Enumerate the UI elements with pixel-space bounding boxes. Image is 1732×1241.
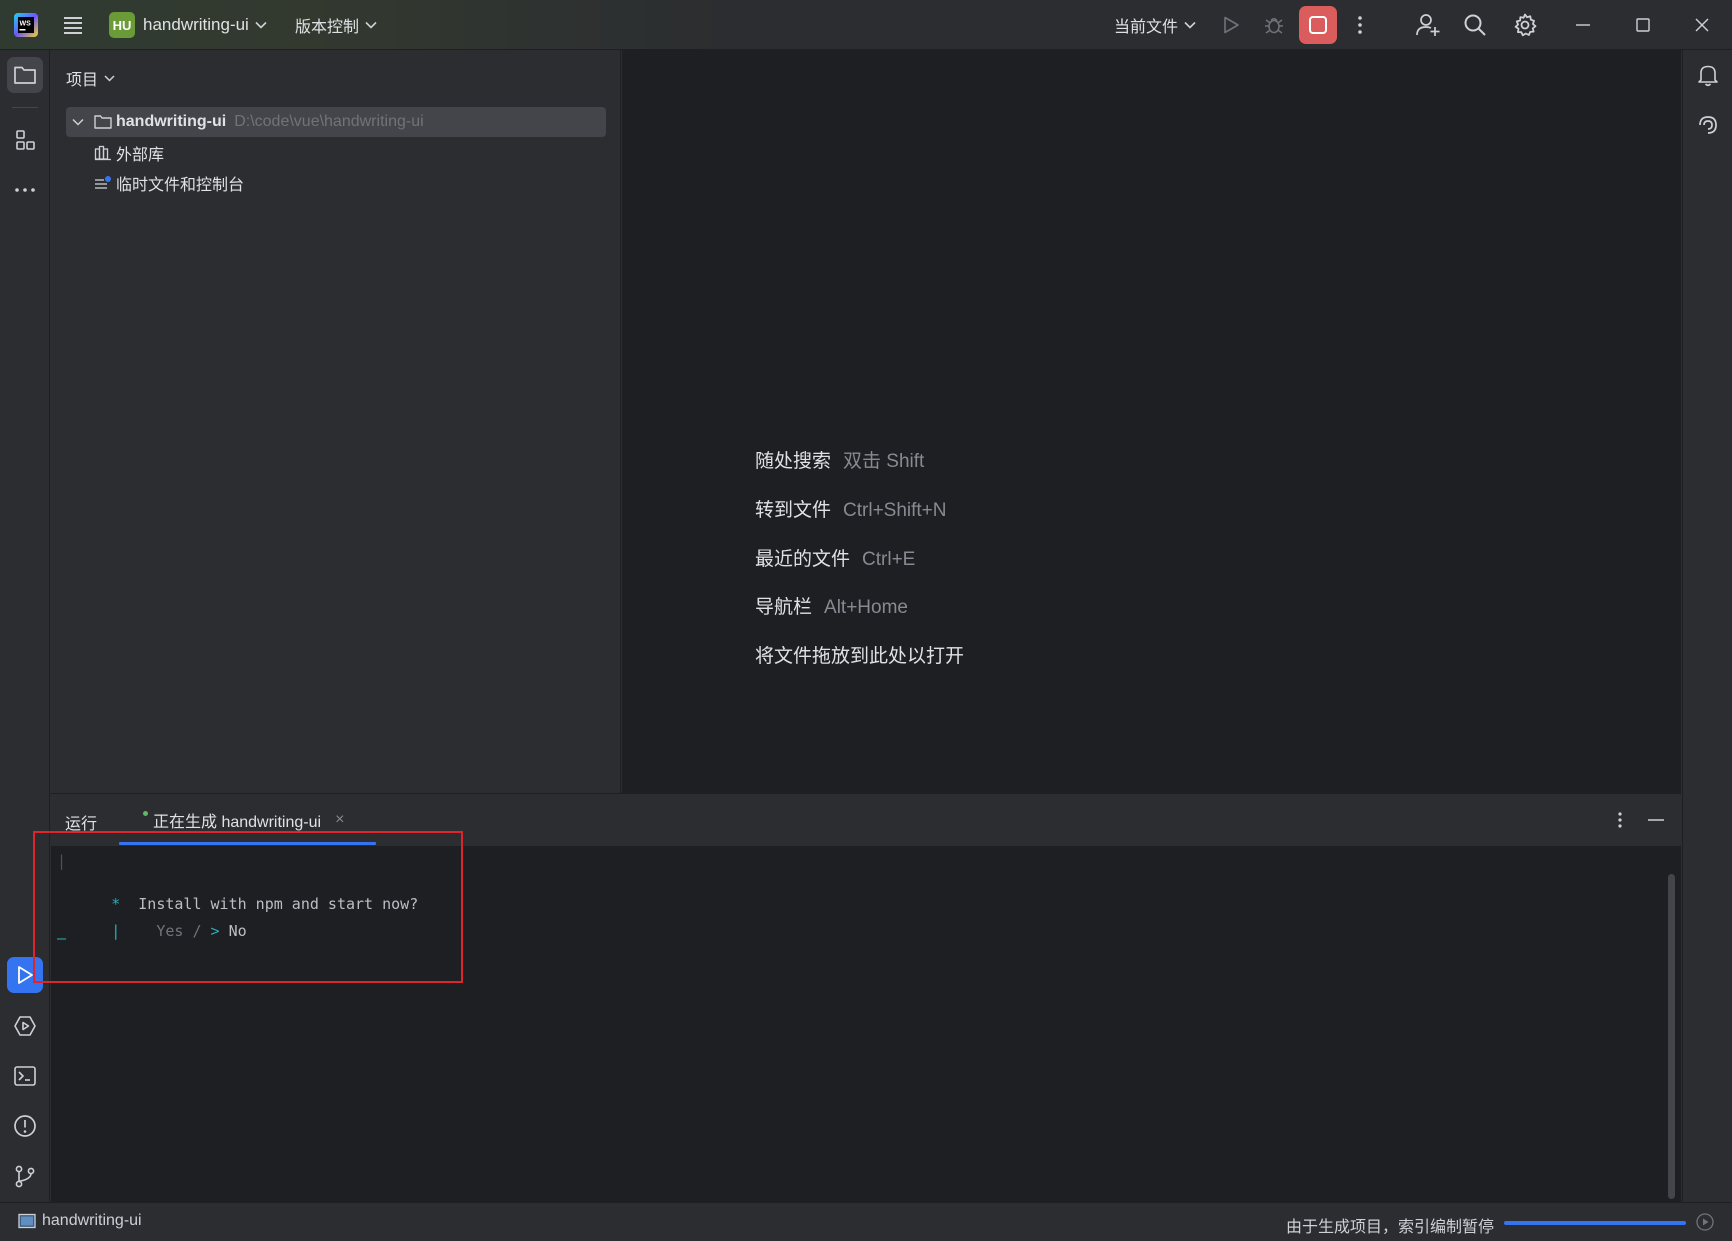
status-message: 由于生成项目，索引编制暂停 (1286, 1219, 1495, 1236)
title-bar: WS HU handwriting-ui 版本控制 当前文件 (0, 0, 1732, 50)
close-tab-icon[interactable]: × (335, 811, 344, 829)
tree-root-name: handwriting-ui (116, 113, 227, 130)
structure-tool-button[interactable] (7, 122, 43, 158)
chevron-down-icon (365, 21, 377, 29)
status-project[interactable]: handwriting-ui (18, 1212, 142, 1230)
strip-divider (12, 107, 38, 108)
project-selector[interactable]: HU handwriting-ui (109, 0, 267, 50)
library-icon (94, 145, 112, 161)
services-tool-button[interactable] (7, 1008, 43, 1044)
debug-icon[interactable] (1263, 14, 1285, 36)
search-icon[interactable] (1463, 13, 1487, 37)
maximize-icon[interactable] (1636, 18, 1650, 32)
more-tools-button[interactable] (7, 172, 43, 208)
hint-search-everywhere: 随处搜索 双击 Shift (755, 451, 925, 472)
scratches-icon (94, 175, 112, 191)
run-config-label: 当前文件 (1114, 19, 1179, 36)
notifications-button[interactable] (1690, 57, 1726, 93)
run-config-selector[interactable]: 当前文件 (1114, 0, 1196, 50)
minimize-panel-icon[interactable] (1648, 819, 1664, 821)
running-dot-icon (143, 810, 148, 816)
tree-root-path: D:\code\vue\handwriting-ui (234, 113, 424, 130)
more-vertical-icon[interactable] (1350, 14, 1370, 36)
git-tool-button[interactable] (7, 1158, 43, 1194)
chevron-down-icon[interactable] (72, 118, 84, 126)
terminal-icon (13, 1065, 37, 1087)
project-panel: 项目 handwriting-ui D:\code\vue\handwritin… (51, 50, 621, 793)
index-progress-fill (1504, 1221, 1686, 1225)
index-progress-bar (1504, 1221, 1686, 1225)
tree-root-row[interactable]: handwriting-ui D:\code\vue\handwriting-u… (66, 107, 606, 137)
status-bar: handwriting-ui 由于生成项目，索引编制暂停 (0, 1202, 1732, 1241)
console-scrollbar[interactable] (1668, 874, 1675, 1199)
run-panel: 运行 正在生成 handwriting-ui × | * Install wit… (33, 793, 1681, 1203)
highlight-box (33, 831, 463, 983)
minimize-icon[interactable] (1576, 24, 1590, 26)
vcs-menu[interactable]: 版本控制 (295, 0, 377, 50)
notifications-bell-icon (1697, 63, 1719, 87)
tree-item-external-libraries[interactable]: 外部库 (94, 138, 164, 168)
problems-icon (13, 1114, 37, 1138)
hint-navigation-bar: 导航栏 Alt+Home (755, 597, 908, 618)
more-horizontal-icon (14, 187, 36, 193)
stop-button[interactable] (1299, 6, 1337, 44)
run-tab-label: 正在生成 handwriting-ui (153, 814, 322, 831)
chevron-down-icon (1184, 21, 1196, 29)
tree-item-scratches[interactable]: 临时文件和控制台 (94, 168, 244, 198)
project-tool-button[interactable] (7, 57, 43, 93)
chevron-down-icon (255, 21, 267, 29)
close-icon[interactable] (1695, 18, 1709, 32)
settings-gear-icon[interactable] (1513, 13, 1537, 37)
structure-icon (14, 129, 36, 151)
problems-tool-button[interactable] (7, 1108, 43, 1144)
services-icon (13, 1014, 37, 1038)
project-panel-title: 项目 (66, 72, 99, 89)
tree-item-label: 外部库 (116, 147, 165, 164)
left-tool-strip (0, 50, 50, 1202)
more-vertical-icon[interactable] (1614, 810, 1626, 830)
project-panel-header[interactable]: 项目 (66, 66, 115, 90)
svg-text:WS: WS (20, 21, 32, 28)
folder-icon (13, 64, 37, 86)
hint-goto-file: 转到文件 Ctrl+Shift+N (755, 500, 947, 521)
terminal-tool-button[interactable] (7, 1058, 43, 1094)
ai-assistant-icon (1697, 114, 1719, 136)
ai-assistant-button[interactable] (1690, 107, 1726, 143)
folder-icon (94, 114, 112, 130)
stop-icon (1308, 15, 1328, 35)
hint-recent-files: 最近的文件 Ctrl+E (755, 549, 916, 570)
project-badge: HU (109, 12, 135, 38)
vcs-label: 版本控制 (295, 19, 360, 36)
right-tool-strip (1682, 50, 1732, 1202)
hint-drop-files: 将文件拖放到此处以打开 (755, 646, 965, 667)
project-window-icon (18, 1213, 36, 1229)
resume-indexing-icon[interactable] (1696, 1213, 1714, 1231)
git-icon (14, 1164, 36, 1188)
status-project-name: handwriting-ui (42, 1212, 142, 1229)
chevron-down-icon (104, 74, 115, 82)
hamburger-menu-icon[interactable] (62, 14, 84, 36)
project-name: handwriting-ui (143, 15, 249, 34)
run-icon[interactable] (1221, 15, 1241, 35)
webstorm-logo[interactable]: WS (14, 13, 38, 37)
add-user-icon[interactable] (1415, 12, 1441, 38)
editor-empty-area[interactable]: 随处搜索 双击 Shift 转到文件 Ctrl+Shift+N 最近的文件 Ctrl+… (622, 50, 1681, 793)
tree-item-label: 临时文件和控制台 (116, 177, 245, 194)
